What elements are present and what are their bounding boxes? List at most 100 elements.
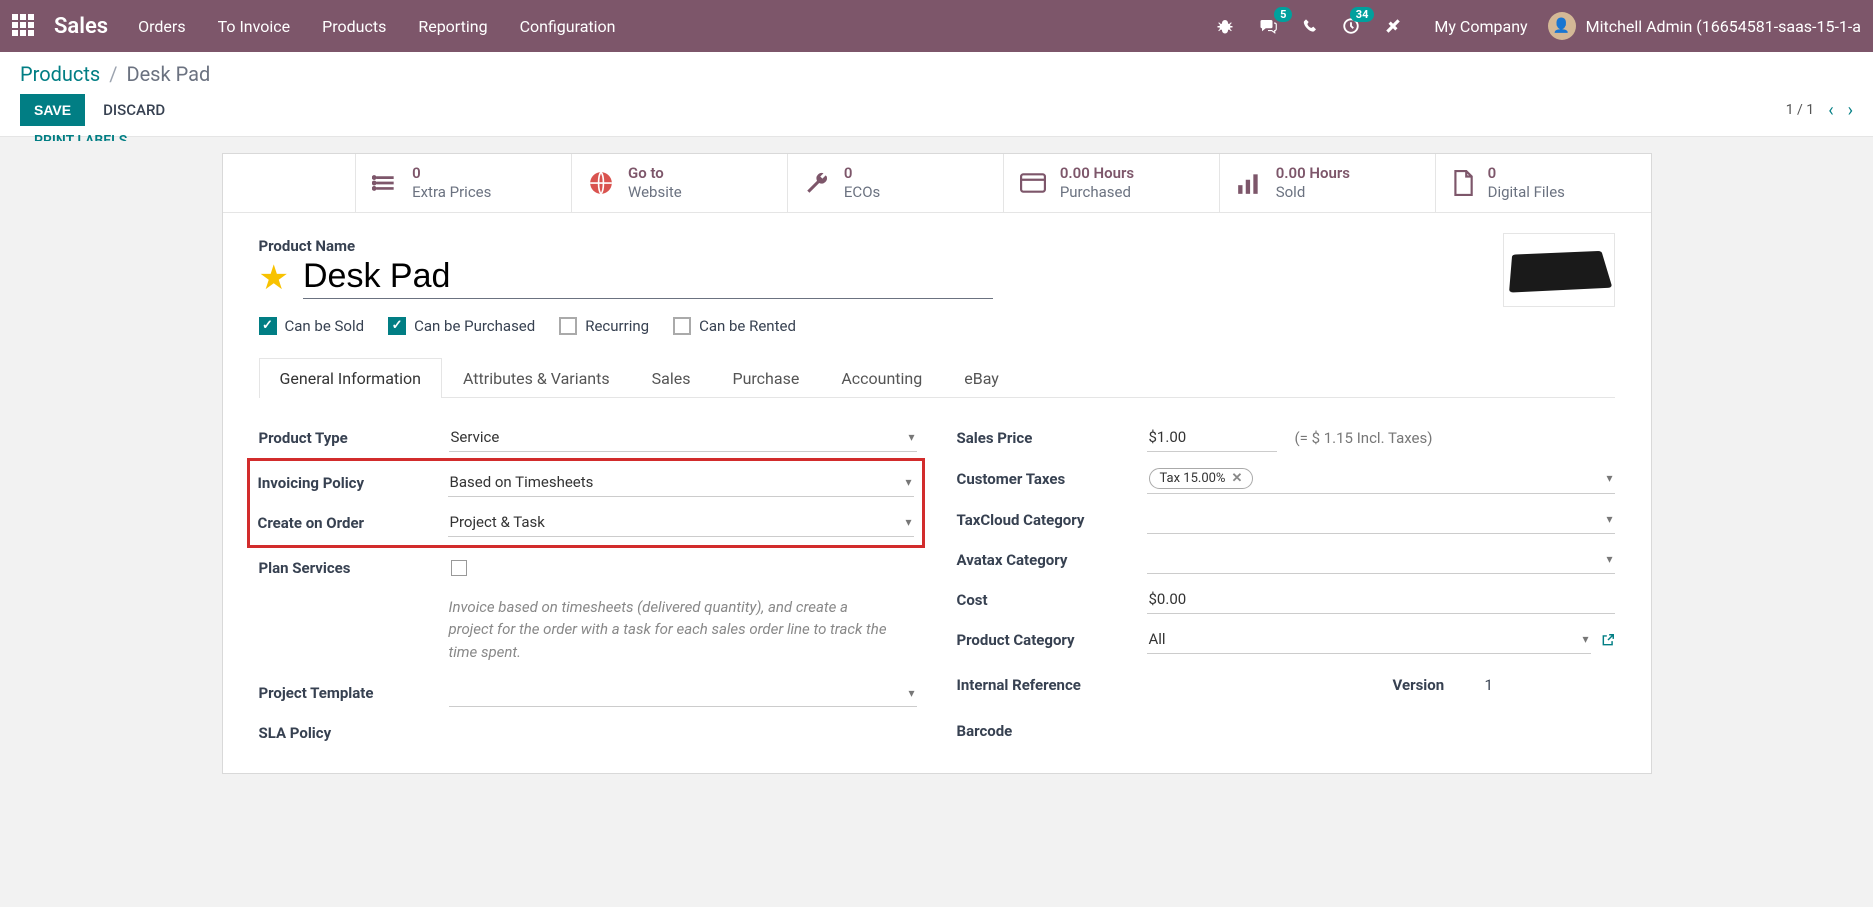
main-menu: Orders To Invoice Products Reporting Con…: [138, 17, 615, 36]
menu-reporting[interactable]: Reporting: [418, 17, 487, 36]
field-sales-price: Sales Price $1.00 (= $ 1.15 Incl. Taxes): [957, 418, 1615, 458]
barcode-input[interactable]: [1147, 717, 1615, 745]
checkbox-icon[interactable]: [673, 317, 691, 335]
topbar: Sales Orders To Invoice Products Reporti…: [0, 0, 1873, 52]
caret-down-icon: ▾: [905, 515, 911, 529]
menu-configuration[interactable]: Configuration: [520, 17, 616, 36]
product-name-label: Product Name: [259, 237, 1615, 255]
sales-price-input[interactable]: $1.00: [1147, 424, 1277, 452]
save-button[interactable]: SAVE: [20, 94, 85, 126]
control-panel: Products / Desk Pad SAVE DISCARD 1 / 1 ‹…: [0, 52, 1873, 137]
product-name-input[interactable]: [303, 257, 993, 299]
project-template-select[interactable]: ▾: [449, 679, 917, 707]
checkbox-icon[interactable]: [559, 317, 577, 335]
stat-extra-prices[interactable]: 0Extra Prices: [355, 154, 571, 212]
external-link-icon[interactable]: [1601, 633, 1615, 647]
menu-products[interactable]: Products: [322, 17, 386, 36]
favorite-star-icon[interactable]: ★: [259, 258, 289, 298]
internal-ref-input[interactable]: [1147, 671, 1373, 699]
stat-sold[interactable]: 0.00 HoursSold: [1219, 154, 1435, 212]
tax-tag: Tax 15.00%✕: [1149, 468, 1254, 489]
messages-icon[interactable]: 5: [1258, 17, 1278, 35]
activities-badge: 34: [1350, 7, 1375, 22]
tab-ebay[interactable]: eBay: [943, 358, 1020, 398]
menu-to-invoice[interactable]: To Invoice: [218, 17, 291, 36]
tab-attributes-variants[interactable]: Attributes & Variants: [442, 358, 631, 398]
create-on-order-select[interactable]: Project & Task▾: [448, 509, 914, 537]
wrench-icon: [804, 170, 830, 196]
pager-prev[interactable]: ‹: [1828, 100, 1833, 121]
stat-spacer: [223, 154, 356, 212]
highlighted-fields: Invoicing Policy Based on Timesheets▾ Cr…: [247, 458, 925, 548]
pager-text: 1 / 1: [1786, 102, 1814, 118]
pager: 1 / 1 ‹ ›: [1786, 100, 1853, 121]
caret-down-icon: ▾: [1582, 632, 1588, 646]
stat-website[interactable]: Go toWebsite: [571, 154, 787, 212]
tab-accounting[interactable]: Accounting: [820, 358, 943, 398]
product-image[interactable]: [1503, 233, 1615, 307]
caret-down-icon: ▾: [1606, 471, 1612, 485]
caret-down-icon: ▾: [1606, 552, 1612, 566]
globe-icon: [588, 170, 614, 196]
field-cost: Cost $0.00: [957, 580, 1615, 620]
field-sla-policy: SLA Policy: [259, 713, 917, 753]
menu-orders[interactable]: Orders: [138, 17, 185, 36]
tab-sales[interactable]: Sales: [631, 358, 712, 398]
check-recurring[interactable]: Recurring: [559, 317, 649, 335]
user-menu[interactable]: 👤 Mitchell Admin (16654581-saas-15-1-a: [1548, 12, 1861, 40]
breadcrumb-current: Desk Pad: [126, 62, 210, 86]
cost-input[interactable]: $0.00: [1147, 586, 1615, 614]
left-column: Product Type Service▾ Invoicing Policy B…: [259, 418, 917, 754]
check-can-be-purchased[interactable]: Can be Purchased: [388, 317, 535, 335]
field-create-on-order: Create on Order Project & Task▾: [258, 503, 914, 543]
incl-tax-text: (= $ 1.15 Incl. Taxes): [1295, 429, 1433, 447]
stat-buttons: 0Extra Prices Go toWebsite 0ECOs 0.00 Ho…: [223, 154, 1651, 213]
checkbox-icon[interactable]: [259, 317, 277, 335]
stat-digital-files[interactable]: 0Digital Files: [1435, 154, 1651, 212]
field-customer-taxes: Customer Taxes Tax 15.00%✕ ▾: [957, 458, 1615, 500]
pager-next[interactable]: ›: [1848, 100, 1853, 121]
caret-down-icon: ▾: [905, 475, 911, 489]
user-name: Mitchell Admin (16654581-saas-15-1-a: [1586, 17, 1861, 36]
field-internal-reference: Internal Reference Version 1: [957, 660, 1615, 711]
version-value: 1: [1483, 672, 1615, 699]
avatax-select[interactable]: ▾: [1147, 546, 1615, 574]
messages-badge: 5: [1274, 7, 1292, 22]
breadcrumb-root[interactable]: Products: [20, 62, 100, 86]
list-icon: [372, 170, 398, 196]
product-type-select[interactable]: Service▾: [449, 424, 917, 452]
field-avatax-category: Avatax Category ▾: [957, 540, 1615, 580]
stat-purchased[interactable]: 0.00 HoursPurchased: [1003, 154, 1219, 212]
form-sheet: 0Extra Prices Go toWebsite 0ECOs 0.00 Ho…: [222, 153, 1652, 774]
phone-icon[interactable]: [1302, 18, 1318, 34]
taxcloud-select[interactable]: ▾: [1147, 506, 1615, 534]
activities-icon[interactable]: 34: [1342, 17, 1360, 35]
tab-purchase[interactable]: Purchase: [711, 358, 820, 398]
avatar: 👤: [1548, 12, 1576, 40]
tab-general-information[interactable]: General Information: [259, 358, 443, 398]
plan-services-checkbox[interactable]: [451, 560, 467, 576]
app-brand[interactable]: Sales: [54, 14, 108, 39]
field-taxcloud-category: TaxCloud Category ▾: [957, 500, 1615, 540]
field-product-type: Product Type Service▾: [259, 418, 917, 458]
apps-icon[interactable]: [12, 14, 36, 38]
breadcrumb: Products / Desk Pad: [20, 62, 1853, 86]
invoicing-policy-select[interactable]: Based on Timesheets▾: [448, 469, 914, 497]
sla-policy-select[interactable]: [449, 719, 917, 747]
discard-button[interactable]: DISCARD: [103, 101, 165, 119]
customer-taxes-input[interactable]: Tax 15.00%✕ ▾: [1147, 464, 1615, 494]
version-label: Version: [1393, 676, 1483, 694]
company-switcher[interactable]: My Company: [1434, 17, 1527, 36]
checkbox-icon[interactable]: [388, 317, 406, 335]
check-can-be-sold[interactable]: Can be Sold: [259, 317, 365, 335]
tools-icon[interactable]: [1384, 17, 1402, 35]
caret-down-icon: ▾: [908, 686, 914, 700]
check-can-be-rented[interactable]: Can be Rented: [673, 317, 796, 335]
stat-ecos[interactable]: 0ECOs: [787, 154, 1003, 212]
bars-icon: [1236, 172, 1262, 194]
remove-tag-icon[interactable]: ✕: [1231, 471, 1242, 486]
field-invoicing-policy: Invoicing Policy Based on Timesheets▾: [258, 463, 914, 503]
debug-icon[interactable]: [1216, 17, 1234, 35]
product-category-select[interactable]: All▾: [1147, 626, 1591, 654]
card-icon: [1020, 173, 1046, 193]
